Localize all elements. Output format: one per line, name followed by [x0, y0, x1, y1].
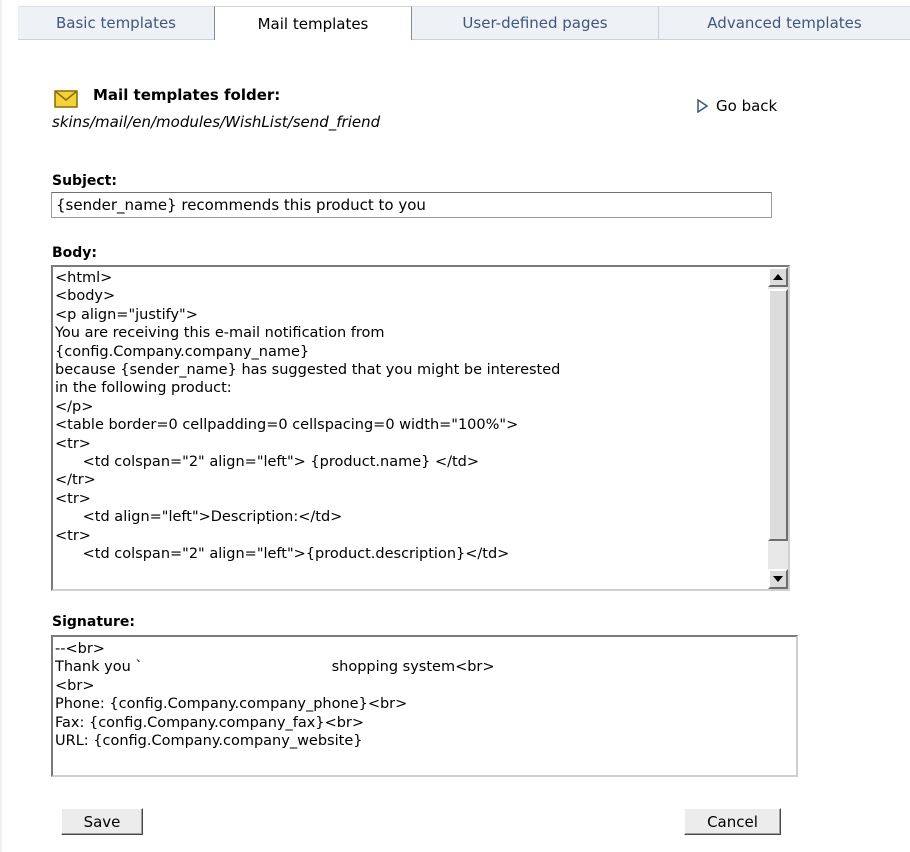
scroll-down-button[interactable]	[768, 569, 788, 589]
tab-basic-templates[interactable]: Basic templates	[18, 6, 214, 40]
tab-mail-templates[interactable]: Mail templates	[214, 6, 412, 40]
subject-input[interactable]	[51, 192, 772, 218]
arrow-right-icon	[697, 99, 708, 113]
body-label: Body:	[52, 245, 98, 261]
signature-label: Signature:	[52, 614, 135, 630]
body-textarea[interactable]: <html> <body> <p align="justify"> You ar…	[55, 269, 767, 587]
scroll-up-button[interactable]	[768, 267, 788, 287]
chevron-down-icon	[773, 576, 783, 582]
chevron-up-icon	[773, 274, 783, 280]
go-back-label: Go back	[716, 97, 778, 115]
folder-path: skins/mail/en/modules/WishList/send_frie…	[52, 113, 381, 131]
subject-label: Subject:	[52, 173, 117, 189]
signature-textarea-frame: --<br> Thank you ` shopping system<br> <…	[51, 635, 798, 777]
envelope-icon	[54, 90, 78, 108]
page-left-edge	[0, 0, 2, 852]
cancel-button[interactable]: Cancel	[684, 808, 781, 835]
tab-advanced-templates[interactable]: Advanced templates	[658, 6, 910, 40]
signature-textarea[interactable]: --<br> Thank you ` shopping system<br> <…	[55, 640, 790, 774]
save-button[interactable]: Save	[61, 808, 143, 835]
body-scrollbar[interactable]	[768, 267, 788, 589]
tab-user-defined-pages[interactable]: User-defined pages	[412, 6, 658, 40]
scroll-thumb[interactable]	[768, 289, 788, 541]
body-textarea-frame: <html> <body> <p align="justify"> You ar…	[51, 265, 790, 591]
go-back-link[interactable]: Go back	[696, 97, 777, 115]
folder-label: Mail templates folder:	[93, 86, 281, 104]
template-tabs: Basic templates Mail templates User-defi…	[18, 6, 910, 40]
